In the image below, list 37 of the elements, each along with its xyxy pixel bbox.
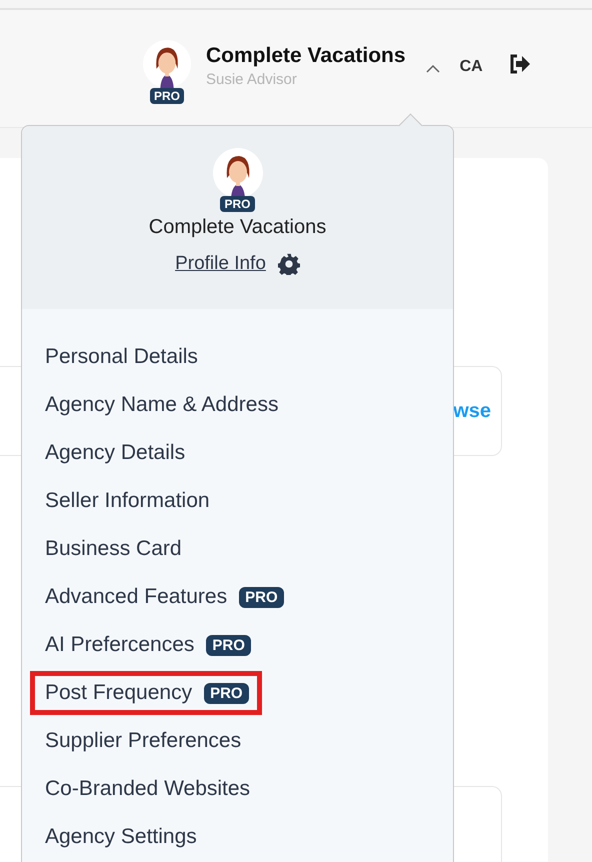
menu-item[interactable]: Agency Name & Address: [30, 383, 292, 427]
avatar: [212, 148, 262, 198]
logout-icon[interactable]: [508, 54, 531, 74]
account-name: Complete Vacations: [148, 216, 328, 239]
menu-item[interactable]: Co-Branded Websites: [30, 767, 264, 811]
menu-item-label: Business Card: [45, 537, 182, 561]
menu-item[interactable]: AI Prefercences PRO: [30, 623, 264, 667]
menu-item[interactable]: Supplier Preferences: [30, 719, 254, 763]
menu-item-label: Supplier Preferences: [45, 729, 242, 753]
menu-item[interactable]: Agency Settings: [30, 815, 210, 859]
caret-icon[interactable]: [426, 64, 440, 74]
menu-item[interactable]: Personal Details: [30, 335, 211, 379]
menu-item-label: Agency Settings: [45, 825, 197, 849]
menu-item-label: Agency Details: [45, 441, 186, 465]
menu-item-label: Personal Details: [45, 345, 198, 369]
menu-item[interactable]: Advanced Features PRO: [30, 575, 297, 619]
menu-item-label: Agency Name & Address: [45, 393, 278, 417]
pro-badge: PRO: [206, 634, 251, 656]
menu-item[interactable]: Agency Details: [30, 431, 198, 475]
avatar: [143, 40, 191, 88]
pro-badge: PRO: [239, 586, 284, 608]
menu-item[interactable]: Business Card: [30, 527, 195, 571]
user-name: Susie Advisor: [206, 71, 298, 88]
locale-button[interactable]: CA: [460, 56, 483, 78]
pro-badge: PRO: [150, 88, 184, 104]
settings-icon[interactable]: [278, 253, 300, 275]
menu-item-label: AI Prefercences: [45, 633, 194, 657]
pro-badge: PRO: [220, 196, 254, 212]
menu-item-label: Co-Branded Websites: [45, 777, 250, 801]
menu-item-label: Advanced Features: [45, 585, 228, 609]
menu-item[interactable]: Seller Information: [30, 479, 223, 523]
account-name: Complete Vacations: [206, 44, 406, 68]
profile-info-link[interactable]: Profile Info: [175, 253, 266, 275]
pro-badge: PRO: [204, 682, 249, 704]
menu-item[interactable]: Post Frequency PRO: [30, 671, 262, 715]
menu-item-label: Post Frequency: [45, 681, 192, 705]
menu-item-label: Seller Information: [45, 489, 210, 513]
